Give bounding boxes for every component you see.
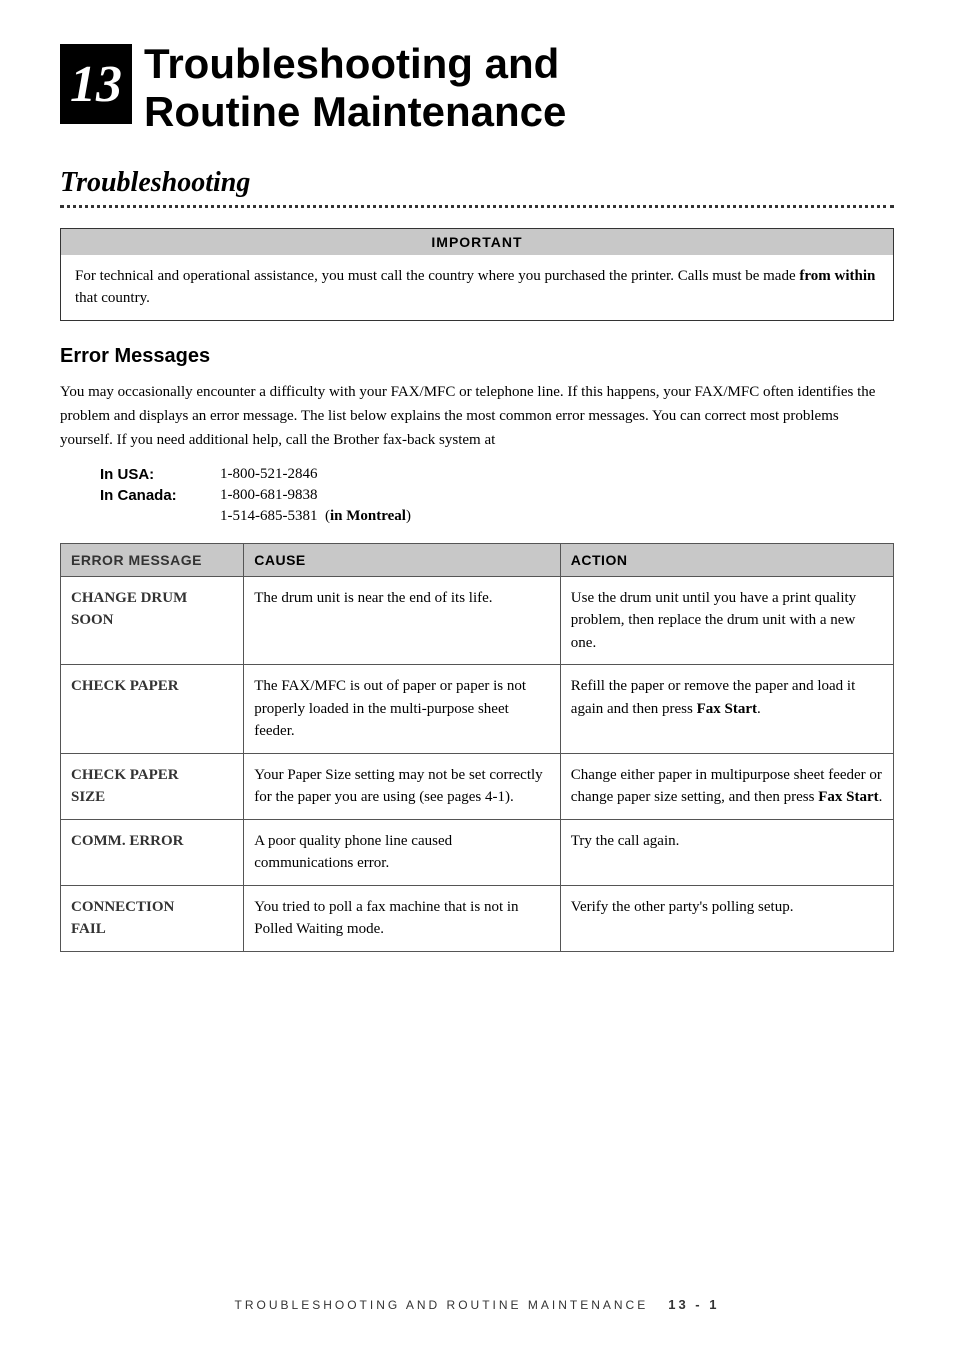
table-row: CHECK PAPERSIZE Your Paper Size setting … (61, 753, 894, 819)
contact-label-usa: In USA: (100, 466, 220, 483)
section-title: Troubleshooting (60, 167, 894, 199)
col-header-action: ACTION (560, 543, 893, 576)
page-header: 13 Troubleshooting andRoutine Maintenanc… (60, 40, 894, 137)
error-msg-change-drum: CHANGE DRUMSOON (61, 576, 244, 665)
cause-change-drum: The drum unit is near the end of its lif… (244, 576, 561, 665)
table-row: COMM. ERROR A poor quality phone line ca… (61, 819, 894, 885)
table-row: CHECK PAPER The FAX/MFC is out of paper … (61, 665, 894, 754)
section-divider (60, 205, 894, 208)
error-msg-check-paper-size: CHECK PAPERSIZE (61, 753, 244, 819)
subsection-title: Error Messages (60, 345, 894, 368)
contact-row-canada: In Canada: 1-800-681-9838 (100, 487, 894, 504)
contact-value-canada: 1-800-681-9838 (220, 487, 318, 504)
table-header-row: ERROR MESSAGE CAUSE ACTION (61, 543, 894, 576)
table-row: CHANGE DRUMSOON The drum unit is near th… (61, 576, 894, 665)
error-table: ERROR MESSAGE CAUSE ACTION CHANGE DRUMSO… (60, 543, 894, 952)
action-connection-fail: Verify the other party's polling setup. (560, 885, 893, 951)
cause-comm-error: A poor quality phone line caused communi… (244, 819, 561, 885)
action-comm-error: Try the call again. (560, 819, 893, 885)
chapter-title: Troubleshooting andRoutine Maintenance (144, 40, 566, 137)
col-header-cause: CAUSE (244, 543, 561, 576)
contact-row-montreal: 1-514-685-5381 (in Montreal) (100, 508, 894, 525)
footer-text: TROUBLESHOOTING AND ROUTINE MAINTENANCE (235, 1298, 649, 1312)
table-row: CONNECTIONFAIL You tried to poll a fax m… (61, 885, 894, 951)
action-change-drum: Use the drum unit until you have a print… (560, 576, 893, 665)
contact-value-montreal: 1-514-685-5381 (in Montreal) (220, 508, 411, 525)
page-footer: TROUBLESHOOTING AND ROUTINE MAINTENANCE … (0, 1297, 954, 1312)
contact-row-usa: In USA: 1-800-521-2846 (100, 466, 894, 483)
cause-check-paper-size: Your Paper Size setting may not be set c… (244, 753, 561, 819)
col-header-error-message: ERROR MESSAGE (61, 543, 244, 576)
footer-page: 13 - 1 (668, 1297, 719, 1312)
important-body: For technical and operational assistance… (61, 255, 893, 320)
error-msg-comm-error: COMM. ERROR (61, 819, 244, 885)
cause-connection-fail: You tried to poll a fax machine that is … (244, 885, 561, 951)
action-check-paper: Refill the paper or remove the paper and… (560, 665, 893, 754)
cause-check-paper: The FAX/MFC is out of paper or paper is … (244, 665, 561, 754)
important-header: IMPORTANT (61, 229, 893, 255)
error-msg-check-paper: CHECK PAPER (61, 665, 244, 754)
important-box: IMPORTANT For technical and operational … (60, 228, 894, 321)
error-msg-connection-fail: CONNECTIONFAIL (61, 885, 244, 951)
contact-label-canada: In Canada: (100, 487, 220, 504)
chapter-number-text: 13 (70, 55, 122, 114)
action-check-paper-size: Change either paper in multipurpose shee… (560, 753, 893, 819)
contact-table: In USA: 1-800-521-2846 In Canada: 1-800-… (100, 466, 894, 525)
chapter-number: 13 (60, 44, 132, 124)
contact-value-usa: 1-800-521-2846 (220, 466, 318, 483)
contact-label-montreal (100, 508, 220, 525)
subsection-intro: You may occasionally encounter a difficu… (60, 380, 894, 452)
